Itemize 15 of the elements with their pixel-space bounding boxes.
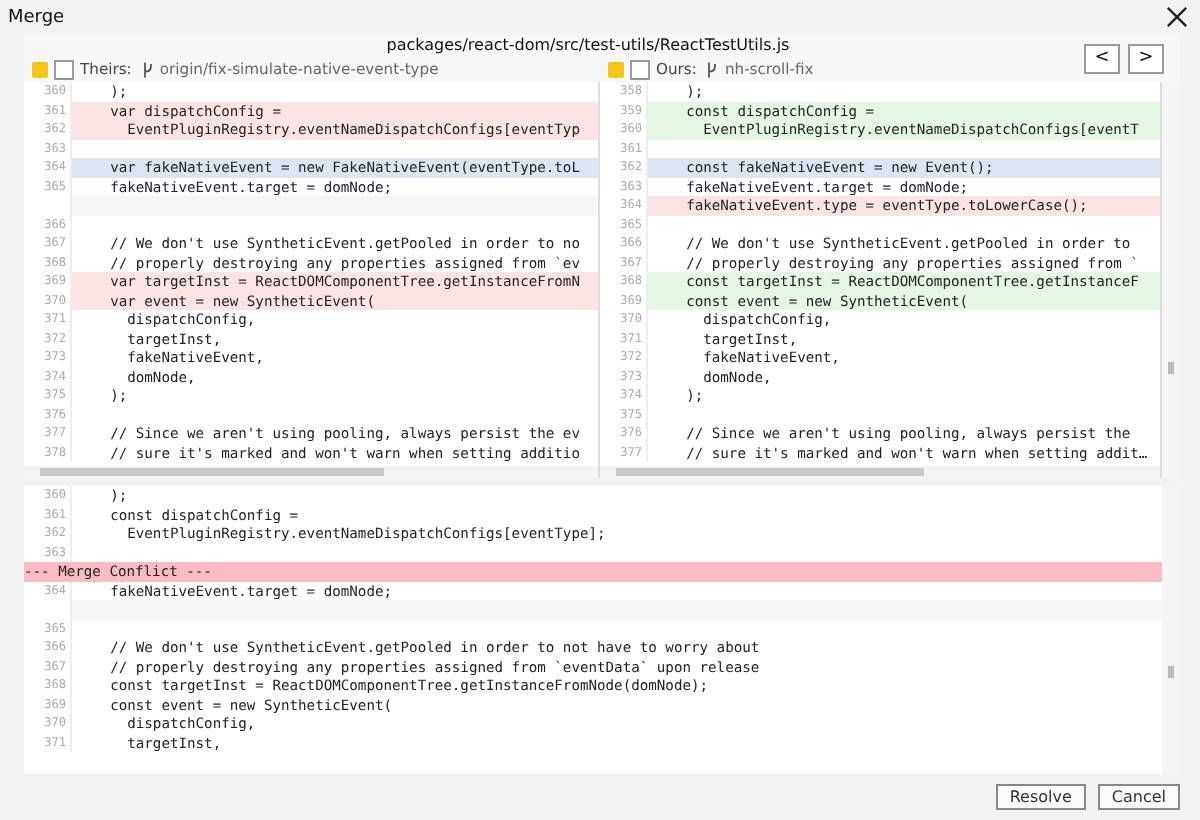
horizontal-scrollbar[interactable] [600,466,1160,478]
accept-icon[interactable] [608,61,624,77]
accept-icon[interactable] [32,61,48,77]
close-icon[interactable] [1166,6,1188,28]
window-title: Merge [8,7,65,27]
branch-icon [706,59,719,79]
resolve-button[interactable]: Resolve [995,784,1086,810]
checkbox[interactable] [630,59,650,79]
horizontal-scrollbar[interactable] [24,466,598,478]
cancel-button[interactable]: Cancel [1097,784,1180,810]
checkbox[interactable] [54,59,74,79]
next-button[interactable]: > [1128,43,1164,73]
file-path: packages/react-dom/src/test-utils/ReactTestUtils.js [384,34,792,56]
branch-icon [141,59,154,79]
previous-button[interactable]: < [1084,43,1120,73]
